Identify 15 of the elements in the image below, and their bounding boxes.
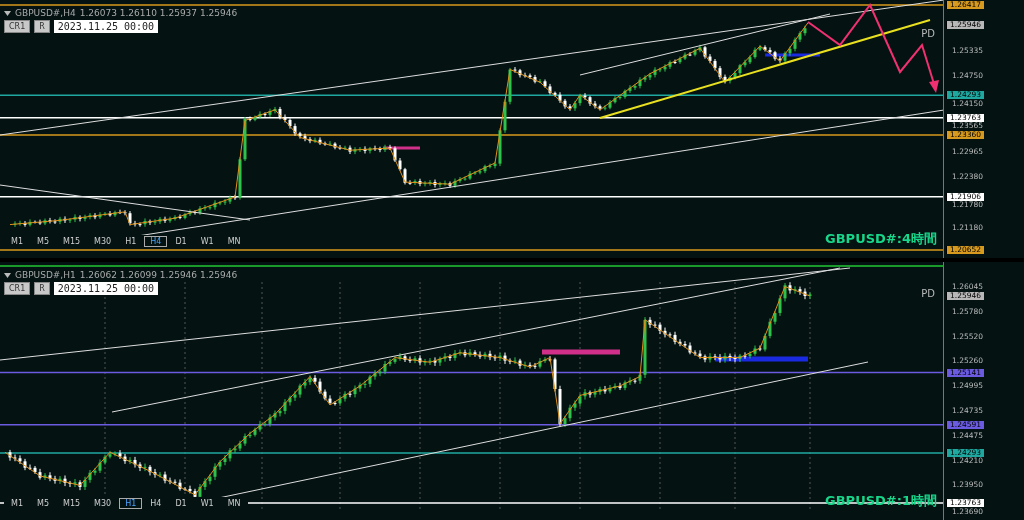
pd-label: PD: [921, 28, 935, 39]
timeframe-tab[interactable]: H4: [144, 236, 168, 247]
pd-label: PD: [921, 288, 935, 299]
toolbar-button[interactable]: R: [34, 282, 50, 295]
timeframe-tab[interactable]: H1: [119, 498, 143, 509]
ohlc-values: 1.26062 1.26099 1.25946 1.25946: [79, 270, 238, 280]
toolbar-button[interactable]: R: [34, 20, 50, 33]
chart-label: GBPUSD#:4時間: [825, 230, 937, 248]
toolbar-button[interactable]: CR1: [4, 282, 31, 295]
date-field[interactable]: 2023.11.25 00:00: [53, 20, 159, 33]
toolbar-button[interactable]: CR1: [4, 20, 31, 33]
symbol-title: GBPUSD#,H4: [15, 8, 76, 18]
ohlc-values: 1.26073 1.26110 1.25937 1.25946: [79, 8, 238, 18]
date-field[interactable]: 2023.11.25 00:00: [53, 282, 159, 295]
symbol-title: GBPUSD#,H1: [15, 270, 76, 280]
